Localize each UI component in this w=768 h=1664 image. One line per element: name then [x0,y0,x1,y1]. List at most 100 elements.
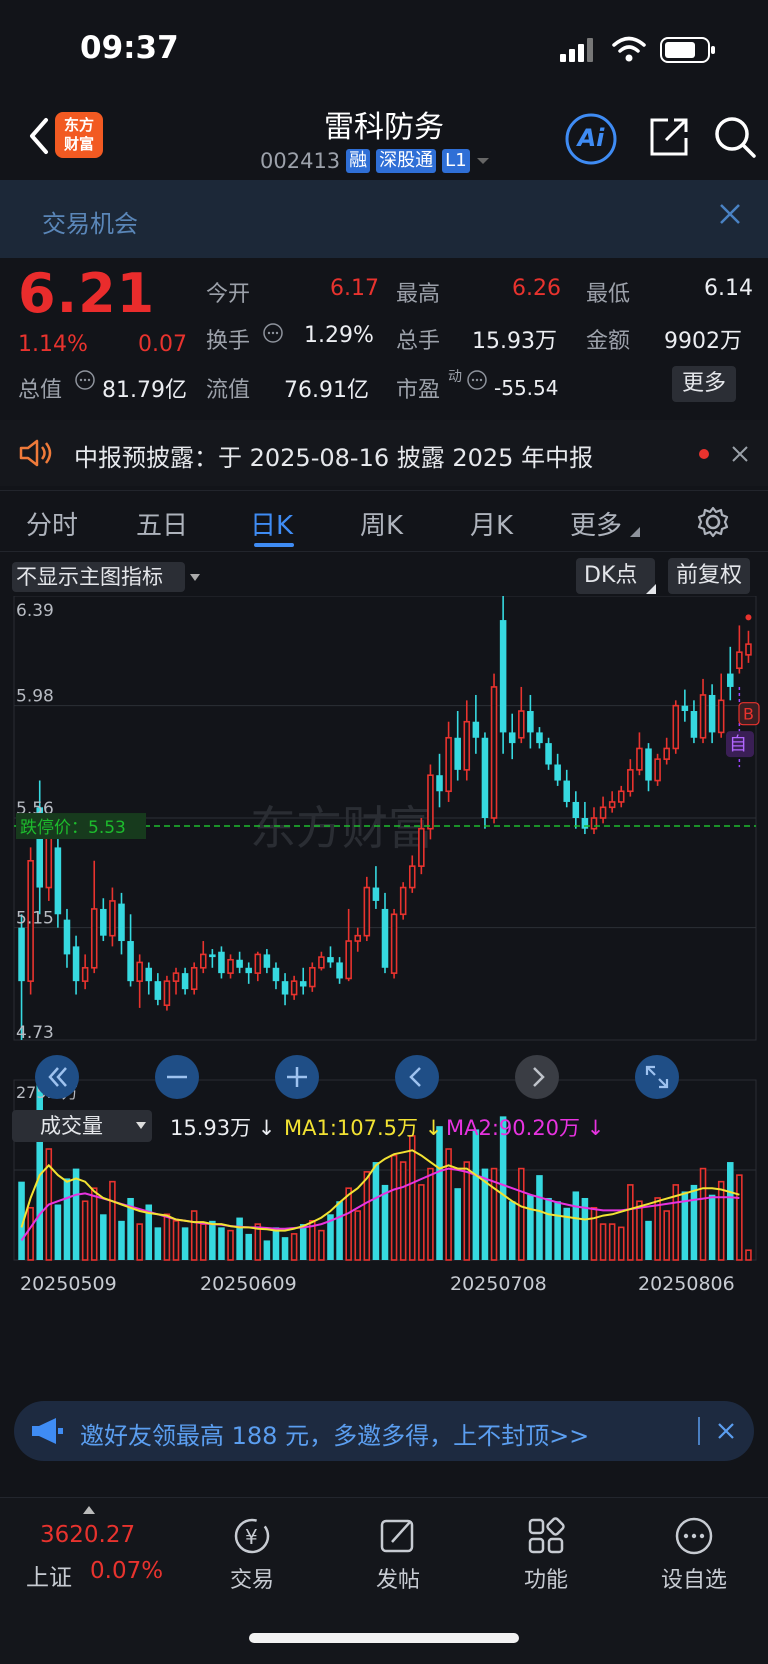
share-icon[interactable] [648,116,690,158]
triangle-up-icon [83,1506,95,1514]
search-icon[interactable] [712,114,758,160]
index-value[interactable]: 3620.27 [40,1522,135,1548]
close-icon[interactable] [716,1421,736,1441]
volume-bar [436,1126,443,1260]
candle-body [699,694,707,739]
more-button[interactable]: 更多 [672,366,736,402]
opportunity-bar[interactable]: 交易机会 [0,180,768,258]
info-icon[interactable] [262,322,284,344]
volume-bar [472,1129,480,1260]
candle [545,737,552,770]
volume-bar [654,1197,661,1261]
candle-body [481,737,489,818]
tab-weekly-k[interactable]: 周K [360,505,403,542]
nav-trade[interactable]: ¥ 交易 [192,1516,312,1594]
tab-more[interactable]: 更多 [570,505,622,542]
volume-bar [181,1227,189,1260]
indicator-select[interactable]: 不显示主图指标 [12,562,185,592]
megaphone-icon [32,1418,63,1444]
info-icon[interactable] [466,369,488,391]
grid-icon [528,1517,565,1554]
fast-back-icon[interactable] [34,1054,80,1100]
candle-body [627,769,634,793]
candle-body [745,643,752,656]
kline-chart[interactable]: 东方财富 6.395.985.565.154.73 跌停价：5.53 B自 27… [0,596,768,1396]
close-icon[interactable] [730,444,750,464]
nav-functions[interactable]: 功能 [486,1516,606,1594]
candle [145,962,153,995]
candle-body [717,699,725,734]
nav-watchlist[interactable]: 设自选 [634,1516,754,1594]
volume-bar [663,1210,670,1261]
change-percent: 1.14% [18,332,88,357]
date-label: 20250806 [638,1273,735,1295]
dk-point-button[interactable]: DK点 [576,558,656,594]
close-icon[interactable] [716,200,744,228]
candle [127,914,134,987]
ai-button[interactable]: Ai [564,112,618,166]
candle-body [200,953,207,969]
volume-bar [299,1224,307,1260]
promo-banner[interactable]: 邀好友领最高 188 元，多邀多得，上不封顶>> [14,1401,754,1461]
candle-body [518,710,525,739]
marker-dot [745,614,752,621]
candle [563,769,570,808]
candle [672,700,680,754]
chevron-left-icon[interactable] [394,1054,440,1100]
tab-active-underline [254,543,294,547]
candle-body [427,774,434,830]
candle-body [399,886,407,916]
candle-body [245,967,252,974]
tab-intraday[interactable]: 分时 [26,505,78,542]
stock-subline[interactable]: 002413 融 深股通 L1 [260,146,490,176]
price-tick-label: 4.73 [16,1023,54,1043]
volume-indicator-select[interactable]: 成交量 [12,1110,152,1142]
candle-body [663,747,670,760]
candle [627,759,634,797]
candle-body [527,711,534,733]
candle-body [545,743,552,765]
opportunity-label: 交易机会 [42,210,138,238]
tab-monthly-k[interactable]: 月K [470,505,513,542]
announcement-bar[interactable]: 中报预披露：于 2025-08-16 披露 2025 年中报 [0,420,768,486]
volume-bar [163,1213,171,1261]
candle [381,892,389,974]
candle-body [436,775,443,792]
volume-bar [118,1220,125,1260]
info-icon[interactable] [74,369,96,391]
candle [281,973,289,1006]
signal-icon [560,38,593,62]
wifi-icon [612,36,646,62]
fullscreen-icon[interactable] [634,1054,680,1100]
zoom-out-icon[interactable] [154,1054,200,1100]
candle [527,694,534,749]
candle [81,954,89,990]
float-label: 流值 [206,378,251,403]
zoom-in-icon[interactable] [274,1054,320,1100]
candle-body [672,704,680,750]
float-value: 76.91亿 [284,378,369,403]
nav-post[interactable]: 发帖 [338,1516,458,1594]
high-value: 6.26 [512,276,561,301]
candle [454,711,461,781]
candle-body [118,903,125,942]
candle [90,860,98,974]
volume-bar [599,1223,607,1261]
tab-five-day[interactable]: 五日 [136,505,188,542]
candle [18,914,25,1040]
adjust-button[interactable]: 前复权 [668,558,751,594]
candle [327,946,334,968]
candle [227,954,234,979]
tab-daily-k[interactable]: 日K [250,505,293,542]
candle-body [363,886,371,937]
volume-bar [336,1201,343,1260]
promo-divider [698,1417,700,1445]
volume-bar [627,1184,634,1261]
chevron-right-icon[interactable] [514,1054,560,1100]
gear-icon[interactable] [696,505,730,539]
candle [318,951,325,971]
candle-body [681,705,689,712]
candle [445,721,452,802]
candle-body [499,620,507,733]
volume-bar [63,1178,71,1260]
